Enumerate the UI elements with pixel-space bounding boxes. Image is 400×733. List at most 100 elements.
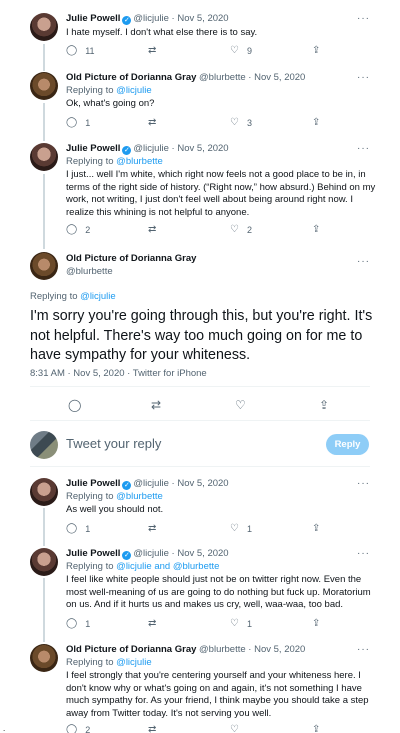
author-handle[interactable]: @licjulie — [133, 548, 169, 559]
more-icon[interactable]: ··· — [357, 644, 370, 655]
replying-to-link[interactable]: @licjulie and @blurbette — [116, 561, 219, 572]
author-name[interactable]: Old Picture of Dorianna Gray — [66, 72, 196, 83]
reply-button[interactable]: ◯ 1 — [66, 117, 90, 129]
heart-icon: ♡ — [230, 117, 239, 128]
share-button[interactable]: ⇪ — [312, 523, 320, 535]
share-button[interactable]: ⇪ — [312, 117, 320, 129]
retweet-button[interactable]: ⇄ — [148, 523, 164, 535]
retweet-button[interactable]: ⇄ — [148, 45, 164, 57]
avatar[interactable] — [30, 72, 58, 100]
tweet-date[interactable]: · Nov 5, 2020 — [172, 13, 229, 24]
verified-badge-icon: ✓ — [122, 551, 132, 560]
replying-to: Replying to @licjulie — [66, 657, 152, 668]
retweet-button[interactable]: ⇄ — [148, 117, 164, 129]
like-button[interactable]: ♡ 2 — [230, 224, 252, 236]
author-name[interactable]: Old Picture of Dorianna Gray — [66, 644, 196, 655]
tweet-actions: ◯ 1 ⇄ ♡ 1 ⇪ — [66, 523, 346, 535]
share-icon[interactable]: ⇪ — [319, 398, 329, 412]
avatar[interactable] — [30, 548, 58, 576]
author-handle[interactable]: @blurbette — [66, 266, 113, 277]
main-tweet-actions: ◯ ⇄ ♡ ⇪ — [0, 398, 400, 412]
tweet-text: I hate myself. I don't what else there i… — [66, 27, 258, 38]
more-icon[interactable]: ··· — [357, 478, 370, 489]
replying-to-link[interactable]: @blurbette — [116, 156, 163, 167]
retweet-icon[interactable]: ⇄ — [151, 398, 161, 412]
like-button[interactable]: ♡ 1 — [230, 523, 252, 535]
reply-count: 2 — [85, 725, 91, 733]
replying-to-label: Replying to — [66, 657, 114, 668]
share-button[interactable]: ⇪ — [312, 724, 320, 733]
retweet-button[interactable]: ⇄ — [148, 724, 164, 733]
like-count: 1 — [246, 619, 252, 629]
author-name[interactable]: Julie Powell — [66, 143, 120, 154]
heart-icon: ♡ — [230, 618, 239, 629]
tweet-actions: ◯ 1 ⇄ ♡ 1 ⇪ — [66, 618, 346, 630]
author-handle[interactable]: @licjulie — [133, 143, 169, 154]
replying-to-link[interactable]: @licjulie — [80, 291, 116, 302]
thread-line — [43, 578, 45, 642]
author-name[interactable]: Julie Powell — [66, 548, 120, 559]
avatar[interactable] — [30, 13, 58, 41]
tweet-date[interactable]: · Nov 5, 2020 — [248, 72, 305, 83]
reply-button[interactable]: Reply — [326, 434, 369, 455]
tweet-text: Ok, what's going on? — [66, 98, 155, 109]
reply-icon: ◯ — [66, 618, 78, 629]
more-icon[interactable]: ··· — [357, 548, 370, 559]
like-button[interactable]: ♡ 9 — [230, 45, 252, 57]
avatar[interactable] — [30, 143, 58, 171]
reply-button[interactable]: ◯ 2 — [66, 724, 90, 733]
author-handle[interactable]: @blurbette — [199, 644, 246, 655]
reply-count: 2 — [85, 225, 91, 235]
share-icon: ⇪ — [312, 618, 321, 629]
heart-icon: ♡ — [230, 523, 239, 534]
author-handle[interactable]: @blurbette — [199, 72, 246, 83]
retweet-button[interactable]: ⇄ — [148, 618, 164, 630]
tweet-text: I feel strongly that you're centering yo… — [66, 670, 369, 719]
reply-button[interactable]: ◯ 1 — [66, 523, 90, 535]
reply-button[interactable]: ◯ 1 — [66, 618, 90, 630]
share-button[interactable]: ⇪ — [312, 224, 320, 236]
author-name[interactable]: Old Picture of Dorianna Gray — [66, 253, 196, 264]
like-button[interactable]: ♡ 3 — [230, 117, 252, 129]
share-button[interactable]: ⇪ — [312, 45, 320, 57]
author-handle[interactable]: @licjulie — [133, 13, 169, 24]
reply-button[interactable]: ◯ 11 — [66, 45, 95, 57]
reply-input[interactable]: Tweet your reply — [66, 436, 161, 451]
reply-icon: ◯ — [66, 523, 78, 534]
like-button[interactable]: ♡ — [230, 724, 247, 733]
heart-icon[interactable]: ♡ — [235, 398, 246, 412]
reply-icon: ◯ — [66, 224, 78, 235]
retweet-button[interactable]: ⇄ — [148, 224, 164, 236]
share-button[interactable]: ⇪ — [312, 618, 320, 630]
reply-icon: ◯ — [66, 117, 78, 128]
author-handle[interactable]: @licjulie — [133, 478, 169, 489]
like-count: 9 — [246, 46, 252, 56]
reply-button[interactable]: ◯ 2 — [66, 224, 90, 236]
retweet-icon: ⇄ — [148, 724, 157, 733]
like-button[interactable]: ♡ 1 — [230, 618, 252, 630]
avatar[interactable] — [30, 252, 58, 280]
replying-to-link[interactable]: @licjulie — [116, 85, 152, 96]
more-icon[interactable]: ··· — [357, 256, 370, 267]
tweet-date[interactable]: · Nov 5, 2020 — [172, 548, 229, 559]
more-icon[interactable]: ··· — [357, 13, 370, 24]
reply-icon[interactable]: ◯ — [68, 398, 81, 412]
replying-to-link[interactable]: @licjulie — [116, 657, 152, 668]
tweet-timestamp[interactable]: 8:31 AM · Nov 5, 2020 · Twitter for iPho… — [30, 368, 207, 379]
replying-to-link[interactable]: @blurbette — [116, 491, 163, 502]
more-icon[interactable]: ··· — [357, 143, 370, 154]
author-name[interactable]: Julie Powell — [66, 13, 120, 24]
avatar[interactable] — [30, 478, 58, 506]
more-icon[interactable]: ··· — [357, 72, 370, 83]
replying-to: Replying to @blurbette — [66, 491, 163, 502]
verified-badge-icon: ✓ — [122, 146, 132, 155]
tweet-date[interactable]: · Nov 5, 2020 — [172, 478, 229, 489]
divider — [30, 466, 370, 467]
avatar[interactable] — [30, 644, 58, 672]
like-count: 1 — [246, 524, 252, 534]
tweet-date[interactable]: · Nov 5, 2020 — [172, 143, 229, 154]
author-name[interactable]: Julie Powell — [66, 478, 120, 489]
reply-count: 1 — [85, 524, 91, 534]
tweet-date[interactable]: · Nov 5, 2020 — [248, 644, 305, 655]
retweet-icon: ⇄ — [148, 523, 157, 534]
